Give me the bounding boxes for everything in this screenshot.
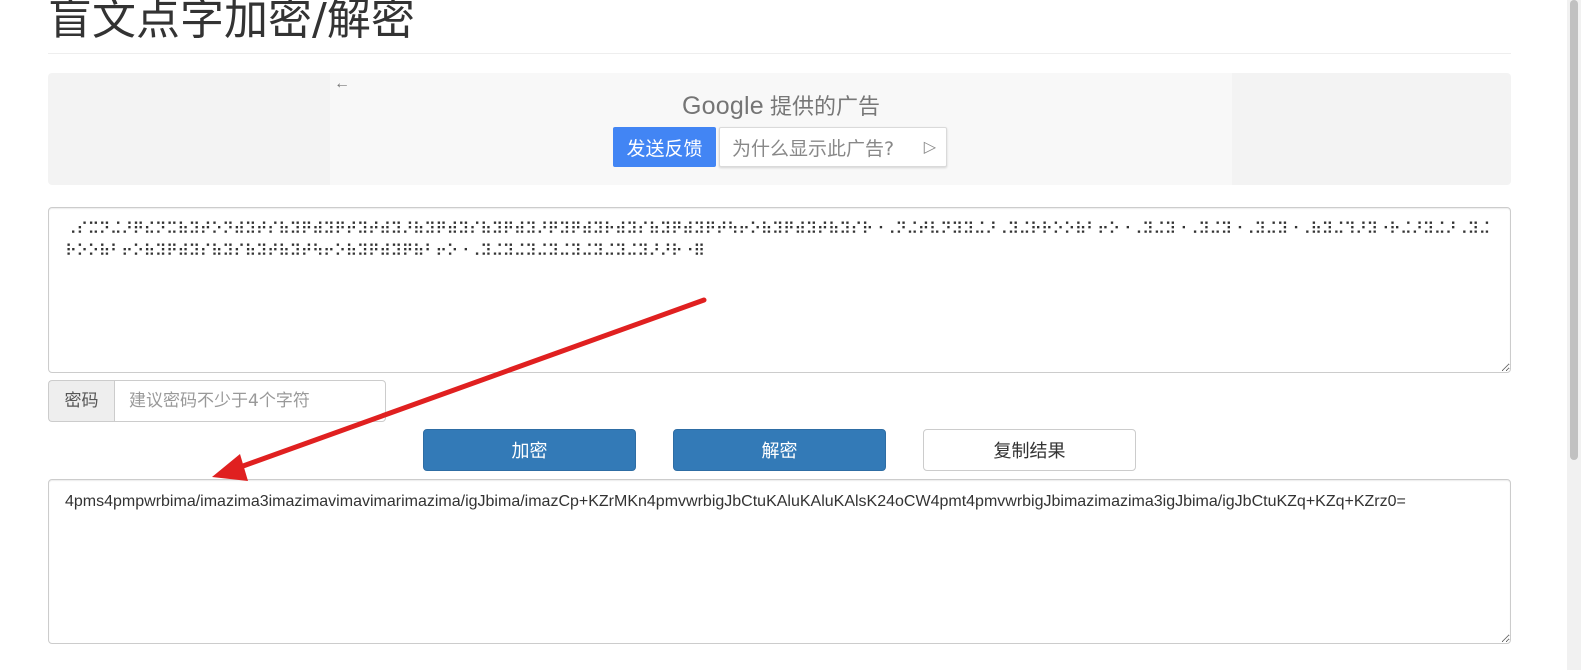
ad-panel: ← Google 提供的广告 发送反馈 为什么显示此广告? ▷ xyxy=(330,73,1232,185)
braille-input[interactable]: ⠠⠎⠭⠝⠬⠜⠟⠮⠝⠭⠷⠽⠞⠕⠝⠾⠽⠞⠎⠷⠽⠟⠾⠽⠟⠞⠽⠞⠾⠽⠜⠷⠽⠟⠾⠽⠎⠷⠽⠟… xyxy=(48,207,1511,373)
send-feedback-button[interactable]: 发送反馈 xyxy=(613,127,716,167)
password-input-group: 密码 xyxy=(48,380,386,422)
ad-provider-text: Google 提供的广告 xyxy=(330,89,1232,121)
scrollbar-thumb[interactable] xyxy=(1570,0,1578,460)
google-wordmark: Google xyxy=(682,92,764,120)
why-this-ad-button[interactable]: 为什么显示此广告? ▷ xyxy=(719,127,947,167)
copy-result-button[interactable]: 复制结果 xyxy=(923,429,1136,471)
password-input[interactable] xyxy=(114,380,386,422)
decrypt-button[interactable]: 解密 xyxy=(673,429,886,471)
page: 盲文点字加密/解密 ← Google 提供的广告 发送反馈 为什么显示此广告? … xyxy=(0,0,1581,670)
title-divider xyxy=(48,53,1511,54)
ad-provider-suffix: 提供的广告 xyxy=(763,94,880,119)
page-title: 盲文点字加密/解密 xyxy=(48,0,415,45)
password-label: 密码 xyxy=(48,380,114,422)
result-output[interactable]: 4pms4pmpwrbima/imazima3imazimavimavimari… xyxy=(48,479,1511,644)
annotation-arrow-head xyxy=(212,454,248,481)
encrypt-button[interactable]: 加密 xyxy=(423,429,636,471)
ad-container: ← Google 提供的广告 发送反馈 为什么显示此广告? ▷ xyxy=(48,73,1511,185)
page-scrollbar[interactable] xyxy=(1567,0,1581,670)
play-triangle-icon: ▷ xyxy=(923,137,936,156)
why-this-ad-label: 为什么显示此广告? xyxy=(732,137,895,160)
